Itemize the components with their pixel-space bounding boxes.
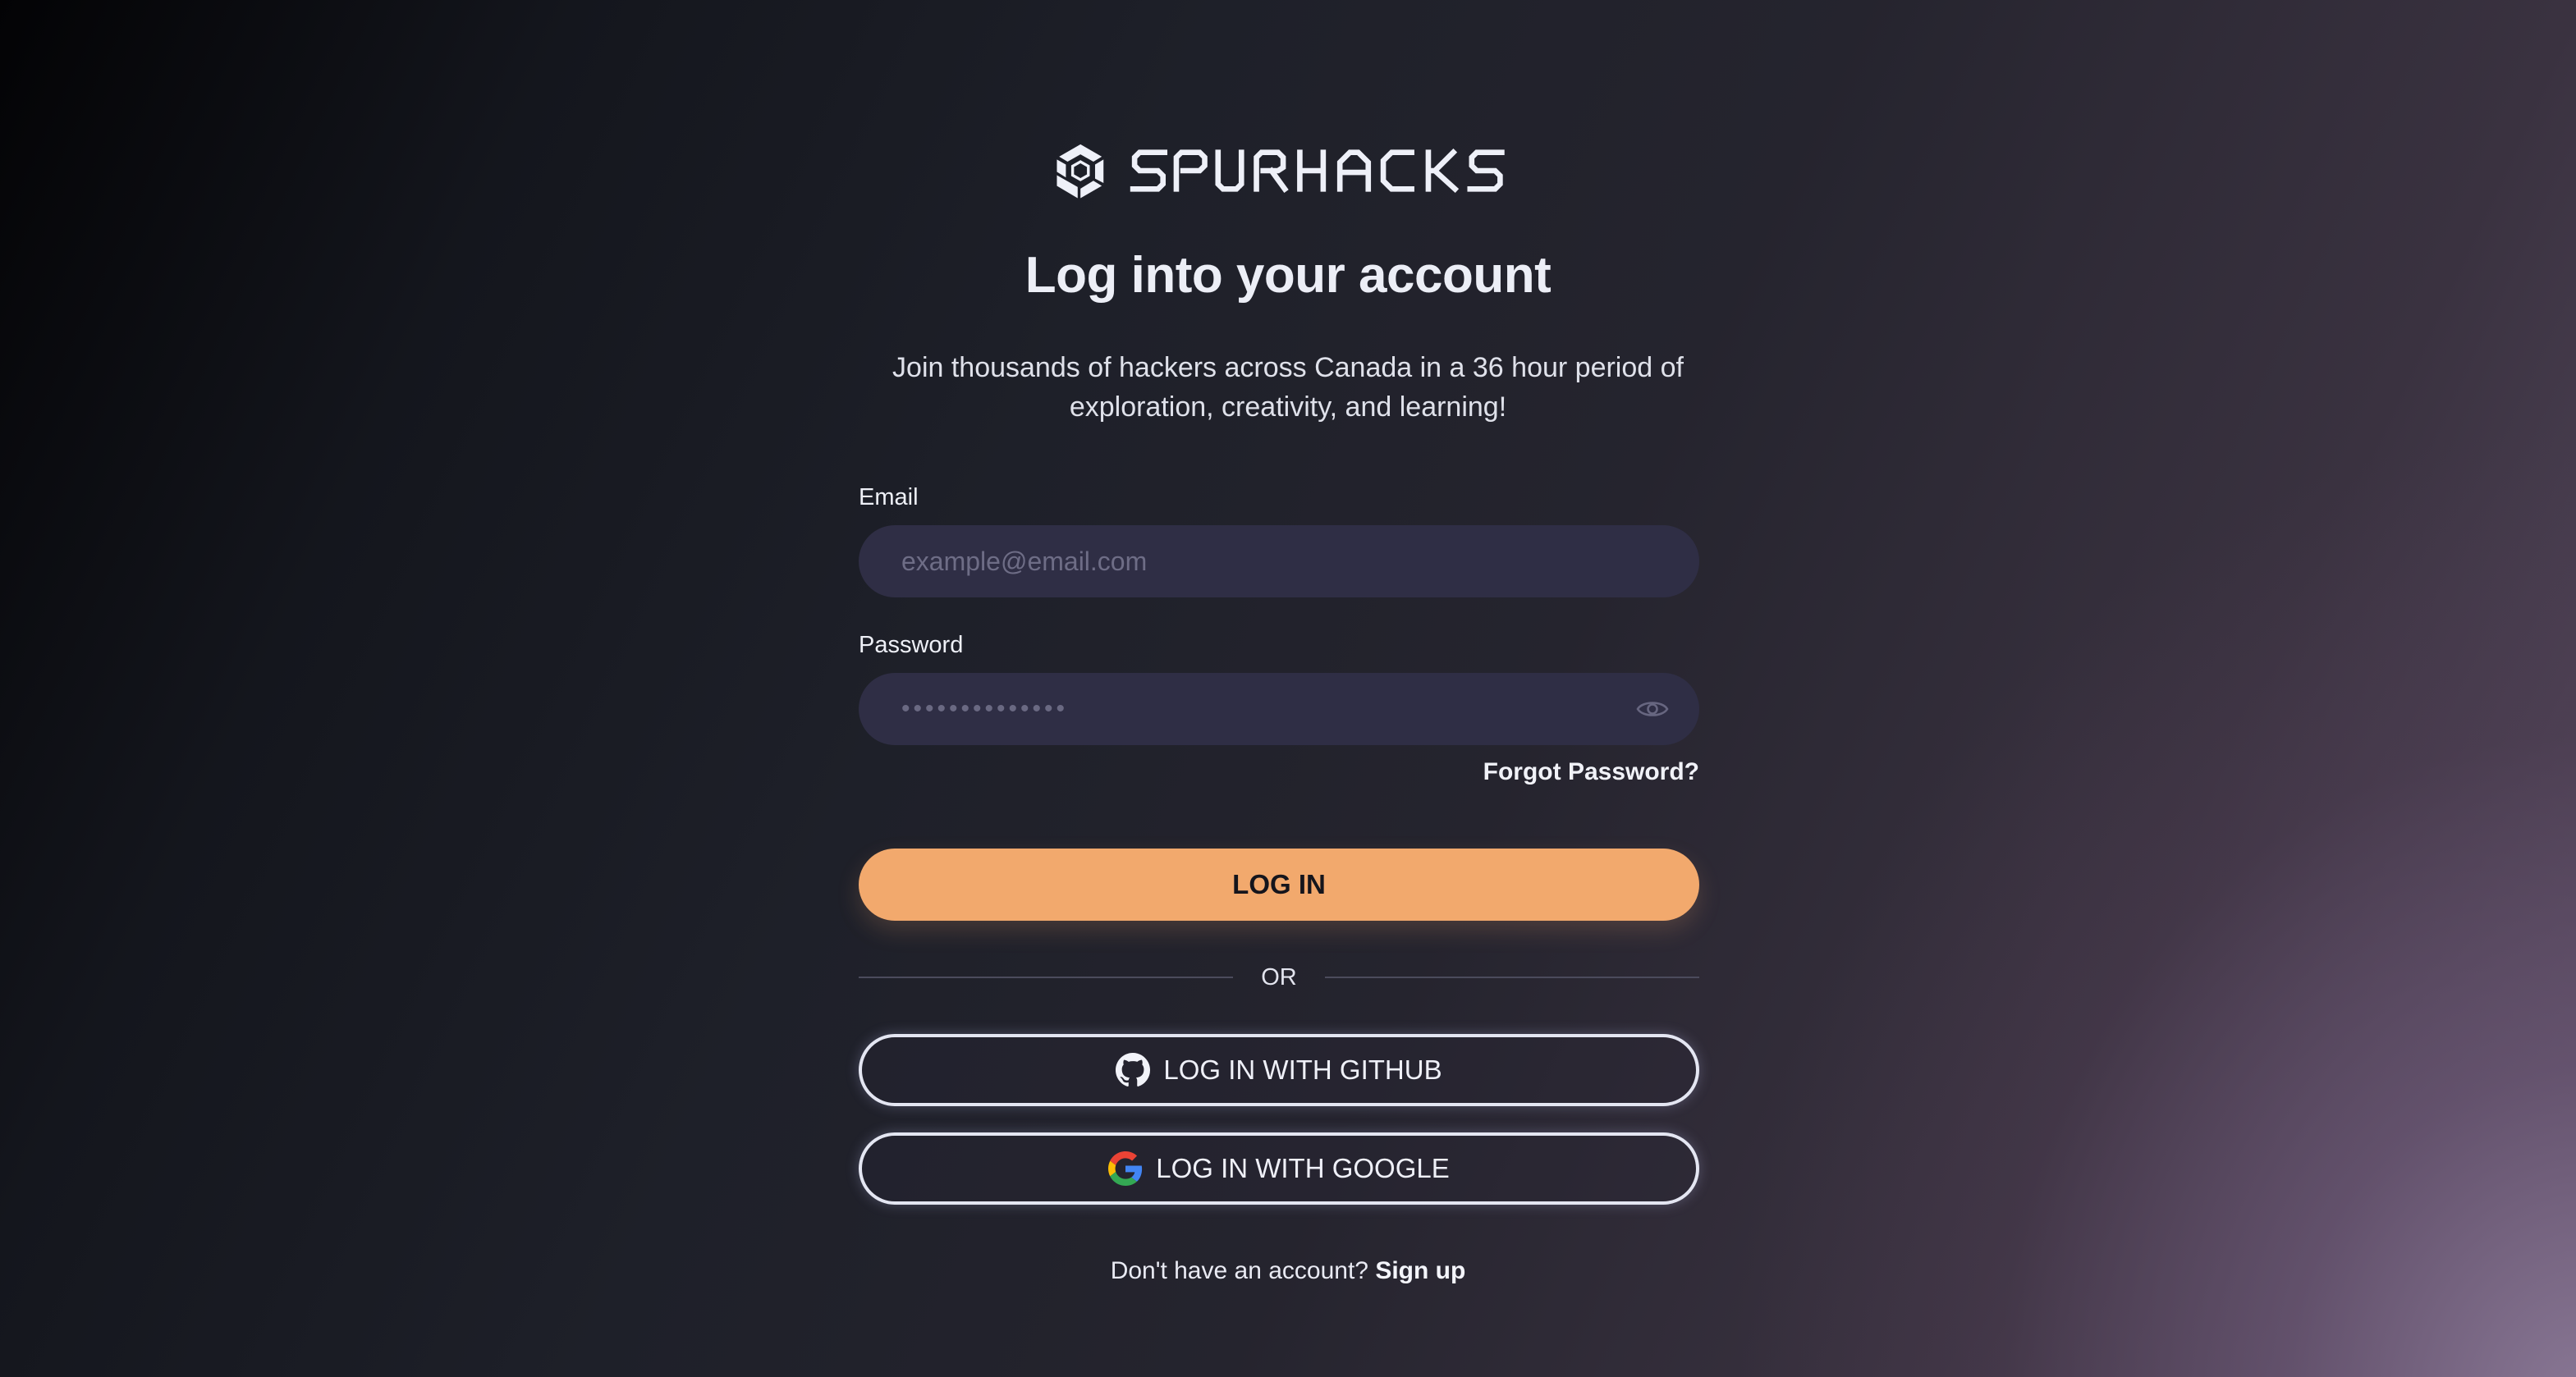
signup-link[interactable]: Sign up xyxy=(1375,1257,1465,1284)
spurhacks-logo-icon xyxy=(1057,144,1104,199)
spurhacks-wordmark xyxy=(1130,148,1506,194)
signup-prompt-text: Don't have an account? xyxy=(1110,1257,1368,1284)
github-login-button[interactable]: LOG IN WITH GITHUB xyxy=(859,1034,1699,1106)
password-field-container xyxy=(859,673,1699,745)
password-label: Password xyxy=(859,632,964,658)
password-input[interactable] xyxy=(900,694,1658,724)
spurhacks-logo xyxy=(1052,140,1512,202)
forgot-password-link[interactable]: Forgot Password? xyxy=(1483,758,1699,786)
google-login-button[interactable]: LOG IN WITH GOOGLE xyxy=(859,1132,1699,1205)
divider-line-right xyxy=(1324,977,1699,978)
divider-text: OR xyxy=(1261,963,1297,990)
google-icon xyxy=(1108,1151,1143,1186)
divider-line-left xyxy=(859,977,1234,978)
google-login-label: LOG IN WITH GOOGLE xyxy=(1156,1153,1450,1183)
eye-icon[interactable] xyxy=(1635,693,1670,725)
github-icon xyxy=(1116,1053,1151,1087)
email-label: Email xyxy=(859,484,919,510)
github-login-label: LOG IN WITH GITHUB xyxy=(1163,1054,1442,1085)
page-subtitle: Join thousands of hackers across Canada … xyxy=(892,352,1684,423)
signup-prompt-row: Don't have an account? Sign up xyxy=(0,1257,2576,1285)
email-field-container xyxy=(859,525,1699,597)
email-input[interactable] xyxy=(900,545,1658,578)
login-button[interactable]: LOG IN xyxy=(859,849,1699,921)
page-title: Log into your account xyxy=(1024,247,1552,304)
or-divider: OR xyxy=(859,958,1699,996)
